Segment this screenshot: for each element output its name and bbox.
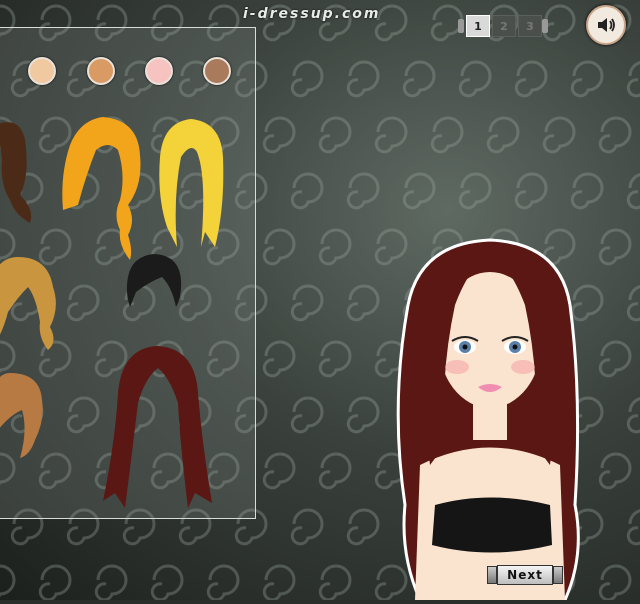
swirl-ornament [514,172,548,210]
swirl-ornament [626,61,640,98]
next-button-left-cap [487,566,497,584]
page-nav-left-cap [458,19,464,33]
swirl-ornament [262,116,296,154]
swirl-ornament [318,228,352,266]
swirl-ornament [318,564,352,600]
swirl-ornament [542,116,576,154]
model-figure [396,238,580,602]
swirl-ornament [542,4,576,42]
swirl-ornament [318,340,352,378]
skin-tone-swatch-2[interactable] [87,57,115,85]
hair-option-dark-red-long[interactable] [100,343,215,513]
swirl-ornament [262,228,296,266]
swirl-ornament [626,173,640,210]
swirl-ornament [626,397,640,434]
swirl-ornament [626,285,640,322]
page-2-button[interactable]: 2 [492,15,516,37]
next-button-label: Next [497,565,553,585]
swirl-ornament [486,116,520,154]
swirl-ornament [290,172,324,210]
dressup-model[interactable] [360,235,620,604]
hair-option-light-brown-bob[interactable] [0,370,50,460]
swirl-ornament [290,60,324,98]
swirl-ornament [570,172,604,210]
swirl-ornament [206,564,240,600]
hair-option-brown-ponytail[interactable] [0,115,50,225]
site-title[interactable]: i-dressup.com [243,6,381,22]
swirl-ornament [290,396,324,434]
skin-tone-swatch-4[interactable] [203,57,231,85]
swirl-ornament [150,564,184,600]
page-nav-right-cap [542,19,548,33]
swirl-ornament [458,60,492,98]
swirl-ornament [514,60,548,98]
next-button-right-cap [553,566,563,584]
swirl-ornament [374,116,408,154]
hair-option-black-short[interactable] [124,252,184,310]
hair-option-golden-waves[interactable] [0,252,63,352]
swirl-ornament [290,284,324,322]
hair-option-blonde-straight[interactable] [155,117,227,252]
swirl-ornament [402,60,436,98]
swirl-ornament [402,172,436,210]
swirl-ornament [318,116,352,154]
swirl-ornament [458,172,492,210]
swirl-ornament [290,508,324,546]
swirl-ornament [346,60,380,98]
page-navigation: 1 2 3 [458,15,548,37]
swirl-ornament [262,452,296,490]
swirl-ornament [318,452,352,490]
swirl-ornament [570,60,604,98]
skin-tone-swatch-3[interactable] [145,57,173,85]
sound-toggle-button[interactable] [586,5,626,45]
swirl-ornament [94,564,128,600]
swirl-ornament [346,172,380,210]
page-1-button[interactable]: 1 [466,15,490,37]
swirl-ornament [626,509,640,546]
swirl-ornament [262,564,296,600]
swirl-ornament [430,116,464,154]
page-3-button[interactable]: 3 [518,15,542,37]
swirl-ornament [598,116,632,154]
swirl-ornament [38,564,72,600]
next-button[interactable]: Next [487,565,563,585]
swirl-ornament [262,340,296,378]
speaker-icon [598,18,615,32]
skin-tone-swatch-1[interactable] [28,57,56,85]
swirl-ornament [0,564,16,598]
hair-option-orange-twin-braids[interactable] [58,115,148,260]
